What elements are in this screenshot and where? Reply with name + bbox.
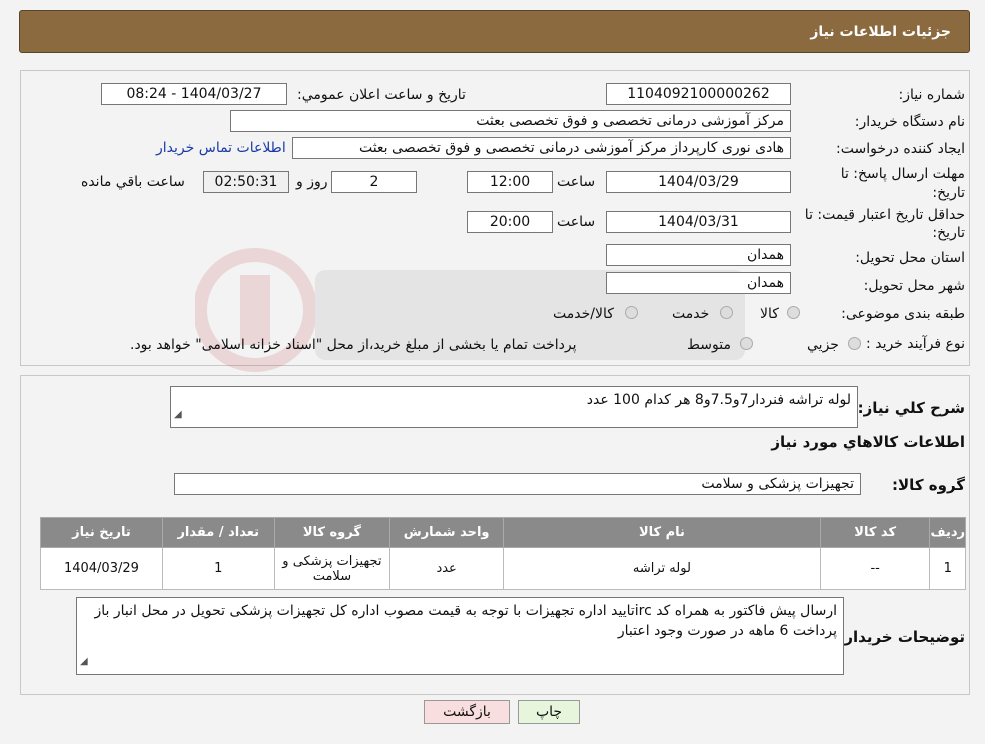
deadline-time-label: ساعت bbox=[557, 174, 596, 190]
col-code: کد کالا bbox=[819, 517, 931, 548]
province-field: همدان bbox=[606, 244, 791, 266]
deadline-label-date: تاریخ: bbox=[932, 185, 965, 201]
cell-group: تجهیزات پزشکی و سلامت bbox=[273, 547, 391, 590]
process-label: نوع فرآیند خرید : bbox=[866, 336, 965, 352]
goods-group-label: گروه کالا: bbox=[892, 476, 965, 494]
cell-row: 1 bbox=[929, 547, 966, 590]
process-medium-label: متوسط bbox=[687, 337, 731, 353]
days-label: روز و bbox=[296, 174, 328, 190]
goods-table-header: رديف کد کالا نام کالا واحد شمارش گروه کا… bbox=[40, 517, 966, 548]
announce-label: تاریخ و ساعت اعلان عمومي: bbox=[297, 87, 466, 103]
summary-label: شرح کلي نياز: bbox=[857, 399, 965, 417]
back-button[interactable]: بازگشت bbox=[424, 700, 510, 724]
city-field: همدان bbox=[606, 272, 791, 294]
cell-date: 1404/03/29 bbox=[40, 547, 163, 590]
province-label: استان محل تحویل: bbox=[855, 250, 965, 266]
validity-time-label: ساعت bbox=[557, 214, 596, 230]
col-qty: تعداد / مقدار bbox=[161, 517, 275, 548]
col-row: رديف bbox=[929, 517, 966, 548]
category-label: طبقه بندی موضوعی: bbox=[841, 306, 965, 322]
table-row: 1 -- لوله تراشه عدد تجهیزات پزشکی و سلام… bbox=[40, 547, 966, 590]
buyer-notes-text: ارسال پیش فاکتور به همراه کد ircتایید اد… bbox=[94, 603, 837, 639]
deadline-label: مهلت ارسال پاسخ: تا bbox=[840, 166, 965, 182]
cell-unit: عدد bbox=[389, 547, 504, 590]
process-note: پرداخت تمام یا بخشی از مبلغ خرید،از محل … bbox=[130, 337, 577, 353]
remaining-label: ساعت باقي مانده bbox=[81, 174, 185, 190]
validity-date-field: 1404/03/31 bbox=[606, 211, 791, 233]
need-number-label: شماره نیاز: bbox=[898, 87, 966, 103]
process-minor-radio[interactable] bbox=[848, 337, 861, 350]
category-goods-radio[interactable] bbox=[787, 306, 800, 319]
category-service-radio[interactable] bbox=[720, 306, 733, 319]
col-unit: واحد شمارش bbox=[389, 517, 504, 548]
page-title: جزئیات اطلاعات نیاز bbox=[810, 24, 951, 40]
city-label: شهر محل تحویل: bbox=[863, 278, 965, 294]
process-medium-radio[interactable] bbox=[740, 337, 753, 350]
resize-handle-icon[interactable]: ◢ bbox=[80, 652, 88, 672]
goods-table: رديف کد کالا نام کالا واحد شمارش گروه کا… bbox=[40, 517, 966, 590]
remaining-time-field: 02:50:31 bbox=[203, 171, 289, 193]
need-number-field: 1104092100000262 bbox=[606, 83, 791, 105]
buyer-org-label: نام دستگاه خريدار: bbox=[854, 114, 965, 130]
summary-textarea[interactable]: لوله تراشه فنردار7و7.5و8 هر کدام 100 عدد… bbox=[170, 386, 858, 428]
validity-label: حداقل تاریخ اعتبار قیمت: تا bbox=[804, 207, 965, 223]
cell-name: لوله تراشه bbox=[503, 547, 821, 590]
category-goods-service-label: کالا/خدمت bbox=[553, 306, 614, 322]
print-button[interactable]: چاپ bbox=[518, 700, 580, 724]
summary-text: لوله تراشه فنردار7و7.5و8 هر کدام 100 عدد bbox=[586, 392, 851, 408]
deadline-date-field: 1404/03/29 bbox=[606, 171, 791, 193]
category-goods-service-radio[interactable] bbox=[625, 306, 638, 319]
buyer-contact-link[interactable]: اطلاعات تماس خریدار bbox=[156, 140, 286, 156]
creator-field: هادی نوری کارپرداز مرکز آموزشی درمانی تخ… bbox=[292, 137, 791, 159]
category-service-label: خدمت bbox=[672, 306, 710, 322]
goods-group-field: تجهیزات پزشکی و سلامت bbox=[174, 473, 861, 495]
buyer-org-field: مرکز آموزشی درمانی تخصصی و فوق تخصصی بعث… bbox=[230, 110, 791, 132]
validity-time-field: 20:00 bbox=[467, 211, 553, 233]
announce-datetime-field: 1404/03/27 - 08:24 bbox=[101, 83, 287, 105]
cell-code: -- bbox=[819, 547, 931, 590]
creator-label: ایجاد کننده درخواست: bbox=[836, 141, 965, 157]
col-group: گروه کالا bbox=[273, 517, 391, 548]
deadline-time-field: 12:00 bbox=[467, 171, 553, 193]
page-header: جزئیات اطلاعات نیاز bbox=[19, 10, 970, 53]
goods-info-title: اطلاعات کالاهاي مورد نياز bbox=[771, 433, 965, 451]
col-name: نام کالا bbox=[503, 517, 821, 548]
buyer-notes-textarea[interactable]: ارسال پیش فاکتور به همراه کد ircتایید اد… bbox=[76, 597, 844, 675]
category-goods-label: کالا bbox=[760, 306, 779, 322]
process-minor-label: جزيي bbox=[807, 337, 839, 353]
validity-label-date: تاریخ: bbox=[932, 225, 965, 241]
cell-qty: 1 bbox=[161, 547, 275, 590]
col-date: تاريخ نياز bbox=[40, 517, 163, 548]
days-field: 2 bbox=[331, 171, 417, 193]
resize-handle-icon[interactable]: ◢ bbox=[174, 405, 182, 425]
buyer-notes-label: توضيحات خريدار: bbox=[838, 628, 965, 646]
